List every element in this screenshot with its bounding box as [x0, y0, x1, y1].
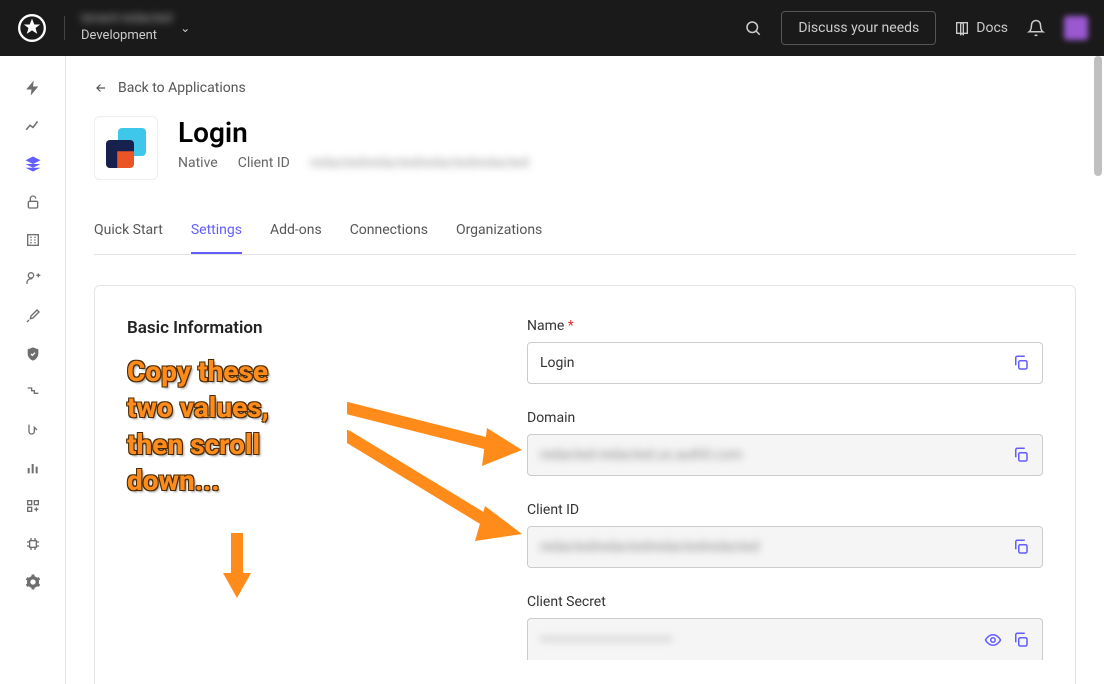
- tab-addons[interactable]: Add-ons: [270, 212, 322, 254]
- sidebar-shield-icon[interactable]: [23, 344, 43, 364]
- sidebar-gear-icon[interactable]: [23, 572, 43, 592]
- back-link[interactable]: Back to Applications: [94, 80, 246, 96]
- sidebar-chip-icon[interactable]: [23, 534, 43, 554]
- sidebar-hook-icon[interactable]: [23, 420, 43, 440]
- tab-quick-start[interactable]: Quick Start: [94, 212, 163, 254]
- tenant-selector[interactable]: tenant-redacted Development: [81, 11, 172, 45]
- chevron-down-icon[interactable]: ⌄: [180, 21, 190, 35]
- field-client-id: Client ID redactedredactedredactedredact…: [527, 502, 1043, 568]
- sidebar-layers-icon[interactable]: [23, 154, 43, 174]
- sidebar-userplus-icon[interactable]: [23, 268, 43, 288]
- tab-settings[interactable]: Settings: [191, 212, 242, 254]
- client-id-value: redactedredactedredactedredacted: [310, 155, 529, 171]
- search-icon[interactable]: [743, 18, 763, 38]
- tenant-env: Development: [81, 28, 172, 45]
- annotation-arrow-2: [347, 426, 527, 556]
- domain-input-wrap: redacted-redacted.us.auth0.com: [527, 434, 1043, 476]
- sidebar-bolt-icon[interactable]: [23, 78, 43, 98]
- client-id-label: Client ID: [527, 502, 1043, 518]
- app-logo: [94, 116, 158, 180]
- book-icon: [954, 20, 970, 36]
- section-title: Basic Information: [127, 318, 487, 338]
- name-input[interactable]: [540, 355, 1012, 371]
- app-type: Native: [178, 155, 218, 171]
- domain-label: Domain: [527, 410, 1043, 426]
- eye-icon[interactable]: [984, 631, 1002, 649]
- arrow-left-icon: [94, 81, 108, 95]
- domain-value: redacted-redacted.us.auth0.com: [540, 447, 1012, 463]
- field-client-secret: Client Secret ••••••••••••••••••••••••••…: [527, 594, 1043, 660]
- tab-connections[interactable]: Connections: [350, 212, 428, 254]
- discuss-button[interactable]: Discuss your needs: [781, 11, 936, 45]
- field-domain: Domain redacted-redacted.us.auth0.com: [527, 410, 1043, 476]
- sidebar-chart-icon[interactable]: [23, 116, 43, 136]
- copy-icon[interactable]: [1012, 631, 1030, 649]
- settings-card: Basic Information Copy these two values,…: [94, 285, 1076, 684]
- client-id-value: redactedredactedredactedredacted: [540, 539, 1012, 555]
- field-name: Name *: [527, 318, 1043, 384]
- copy-icon[interactable]: [1012, 538, 1030, 556]
- name-input-wrap: [527, 342, 1043, 384]
- scrollbar[interactable]: [1094, 56, 1102, 176]
- app-header: Login Native Client ID redactedredactedr…: [94, 116, 1076, 180]
- tenant-name: tenant-redacted: [81, 11, 172, 28]
- client-id-input-wrap: redactedredactedredactedredacted: [527, 526, 1043, 568]
- sidebar-lock-icon[interactable]: [23, 192, 43, 212]
- sidebar-pipe-icon[interactable]: [23, 382, 43, 402]
- docs-link[interactable]: Docs: [954, 20, 1008, 36]
- annotation-arrow-down: [217, 533, 257, 603]
- separator: [64, 16, 65, 40]
- annotation-text: Copy these two values, then scroll down.…: [127, 354, 269, 500]
- tab-bar: Quick Start Settings Add-ons Connections…: [94, 212, 1076, 255]
- avatar[interactable]: [1064, 16, 1088, 40]
- sidebar-nav: [0, 56, 66, 684]
- sidebar-ext-icon[interactable]: [23, 496, 43, 516]
- top-header: tenant-redacted Development ⌄ Discuss yo…: [0, 0, 1104, 56]
- tab-organizations[interactable]: Organizations: [456, 212, 542, 254]
- sidebar-org-icon[interactable]: [23, 230, 43, 250]
- client-secret-input-wrap: ••••••••••••••••••••••••••••: [527, 618, 1043, 660]
- annotation-arrow-1: [347, 378, 527, 478]
- copy-icon[interactable]: [1012, 446, 1030, 464]
- sidebar-bar-icon[interactable]: [23, 458, 43, 478]
- copy-icon[interactable]: [1012, 354, 1030, 372]
- sidebar-brush-icon[interactable]: [23, 306, 43, 326]
- app-title: Login: [178, 116, 529, 149]
- client-secret-label: Client Secret: [527, 594, 1043, 610]
- client-secret-value: ••••••••••••••••••••••••••••: [540, 632, 984, 648]
- brand-logo[interactable]: [16, 12, 48, 44]
- client-id-label: Client ID: [238, 155, 290, 171]
- bell-icon[interactable]: [1026, 18, 1046, 38]
- main-content: Back to Applications Login Native Client…: [66, 56, 1104, 684]
- name-label: Name *: [527, 318, 1043, 334]
